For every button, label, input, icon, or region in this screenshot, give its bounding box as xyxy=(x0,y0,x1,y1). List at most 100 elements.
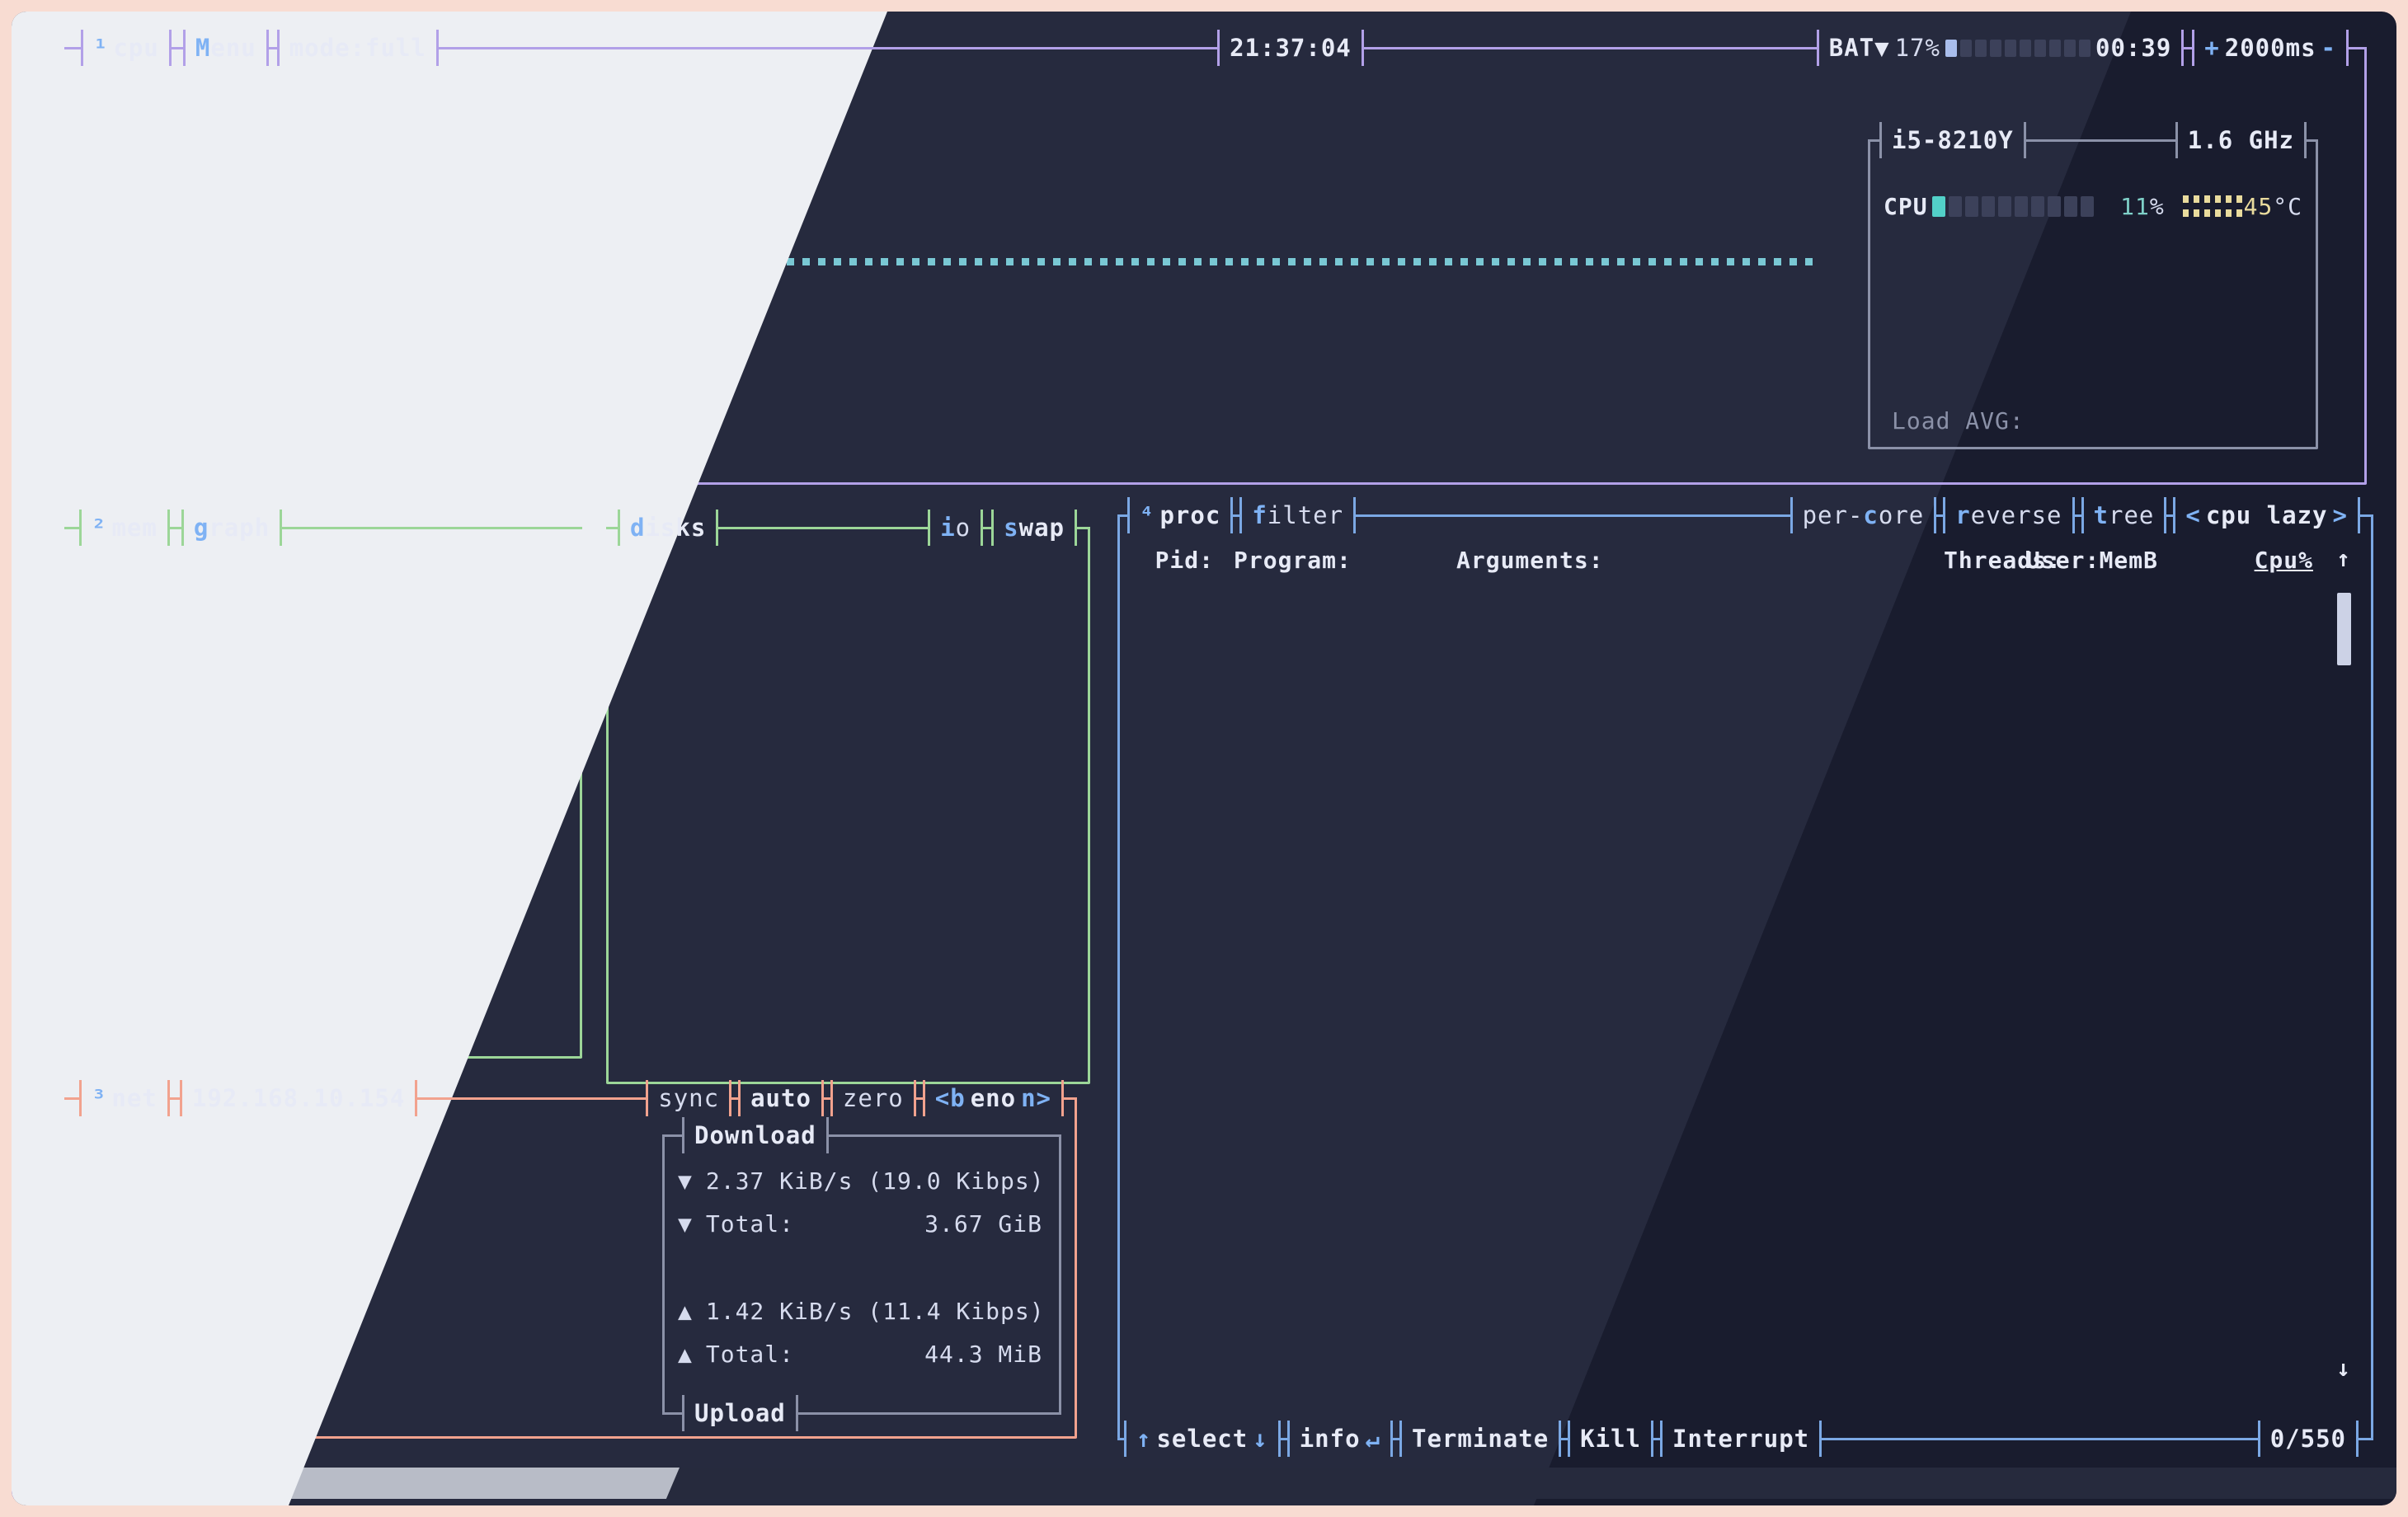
meter-block xyxy=(2020,40,2031,57)
upload-label: Upload xyxy=(682,1395,798,1431)
proc-select-control[interactable]: ↑ select ↓ xyxy=(1124,1421,1281,1457)
iface-name: eno xyxy=(971,1084,1016,1112)
proc-scrollbar-thumb[interactable] xyxy=(2337,593,2351,665)
proc-tree-toggle[interactable]: tree xyxy=(2081,497,2167,533)
cpu-panel: ¹cpu Menu mode:full 21:37:04 BAT▼ 17% 00… xyxy=(64,48,2367,485)
proc-info-button[interactable]: info ↵ xyxy=(1287,1421,1393,1457)
meter-block xyxy=(2081,196,2094,217)
tab-proc[interactable]: ⁴proc xyxy=(1127,497,1233,533)
terminal-window: ¹cpu Menu mode:full 21:37:04 BAT▼ 17% 00… xyxy=(12,12,2396,1505)
net-auto-button[interactable]: auto xyxy=(738,1080,824,1116)
refresh-rate-control[interactable]: + 2000ms - xyxy=(2192,30,2349,66)
proc-kill-button[interactable]: Kill xyxy=(1568,1421,1653,1457)
mem-total-row: Total: 8.00 GiB xyxy=(67,544,580,582)
proc-selection-counter: 0/550 xyxy=(2258,1421,2359,1457)
download-speed-row: ▼ 2.37 KiB/s (19.0 Kibps) xyxy=(678,1162,1046,1200)
cpu-panel-titlebar: ¹cpu Menu mode:full 21:37:04 BAT▼ 17% 00… xyxy=(64,30,2367,66)
proc-interrupt-button[interactable]: Interrupt xyxy=(1660,1421,1822,1457)
mode-selector[interactable]: mode:full xyxy=(277,30,439,66)
meter-block xyxy=(2005,40,2016,57)
net-zero-button[interactable]: zero xyxy=(830,1080,916,1116)
upload-total-row: ▲ Total: 44.3 MiB xyxy=(678,1335,1042,1373)
cpu-temperature: 45 xyxy=(2244,193,2274,220)
col-user[interactable]: User: xyxy=(2026,547,2076,574)
meter-block xyxy=(2034,40,2046,57)
meter-block xyxy=(2015,196,2028,217)
cpu-hotkey: ¹ xyxy=(93,34,108,62)
menu-button[interactable]: Menu xyxy=(183,30,269,66)
enter-icon: ↵ xyxy=(1366,1425,1380,1453)
net-stats-subpanel: Download ▼ 2.37 KiB/s (19.0 Kibps) ▼ Tot… xyxy=(662,1135,1061,1413)
cpu-stats-subpanel: i5-8210Y 1.6 GHz CPU 11% 45°C Load AVG: xyxy=(1868,140,2318,449)
meter-block xyxy=(1990,40,2001,57)
net-sync-button[interactable]: sync xyxy=(646,1080,731,1116)
sort-current: cpu lazy xyxy=(2206,501,2328,529)
cpu-model: i5-8210Y xyxy=(1879,122,2026,158)
net-interface-switcher[interactable]: <b eno n> xyxy=(923,1080,1064,1116)
cpu-graph-midline xyxy=(82,258,1813,265)
mem-graph-toggle[interactable]: graph xyxy=(181,510,282,546)
memory-panel: ²mem graph Total: 8.00 GiB xyxy=(64,528,582,1059)
rate-decrease-button[interactable]: - xyxy=(2321,34,2336,62)
process-footer: ↑ select ↓ info ↵ Terminate Kill Interru… xyxy=(1117,1421,2373,1457)
cpu-temp-graph xyxy=(2183,195,2244,217)
disks-titlebar: disks io swap xyxy=(606,510,1090,546)
meter-block xyxy=(2049,40,2061,57)
network-titlebar: ³net 192.168.10.154 sync auto zero <b en… xyxy=(64,1080,1077,1116)
battery-time: 00:39 xyxy=(2095,34,2171,62)
rate-value: 2000ms xyxy=(2225,34,2316,62)
meter-block xyxy=(2048,196,2061,217)
meter-block xyxy=(1982,196,1995,217)
col-memb[interactable]: MemB xyxy=(2076,547,2158,574)
process-titlebar: ⁴proc filter per-core reverse tree < cpu… xyxy=(1117,497,2373,533)
proc-percore-toggle[interactable]: per-core xyxy=(1790,497,1937,533)
tab-cpu[interactable]: ¹cpu xyxy=(81,30,172,66)
rate-increase-button[interactable]: + xyxy=(2204,34,2219,62)
upload-titlebar: Upload xyxy=(662,1395,1061,1431)
memory-titlebar: ²mem graph xyxy=(64,510,582,546)
sort-next-button[interactable]: > xyxy=(2333,501,2348,529)
tab-mem[interactable]: ²mem xyxy=(79,510,170,546)
meter-block xyxy=(1949,196,1962,217)
col-threads[interactable]: Threads: xyxy=(1944,547,2010,574)
disks-swap-toggle[interactable]: swap xyxy=(991,510,1077,546)
select-up-icon[interactable]: ↑ xyxy=(1136,1425,1151,1453)
col-cpu-sort[interactable]: Cpu% xyxy=(2252,547,2313,574)
uptime-label: up 1d 15:21 xyxy=(92,448,259,476)
col-program[interactable]: Program: xyxy=(1234,547,1450,574)
battery-label: BAT▼ xyxy=(1829,34,1890,62)
tab-disks[interactable]: disks xyxy=(618,510,718,546)
network-panel: ³net 192.168.10.154 sync auto zero <b en… xyxy=(64,1098,1077,1439)
net-upload-graph xyxy=(85,1283,662,1407)
status-strip-segment xyxy=(122,1468,680,1499)
meter-block xyxy=(2031,196,2044,217)
sort-direction-icon[interactable]: ↑ xyxy=(2336,545,2351,572)
select-down-icon[interactable]: ↓ xyxy=(1253,1425,1267,1453)
sort-prev-button[interactable]: < xyxy=(2185,501,2200,529)
load-average-row: Load AVG: xyxy=(1884,402,2302,439)
proc-terminate-button[interactable]: Terminate xyxy=(1399,1421,1561,1457)
col-arguments[interactable]: Arguments: xyxy=(1456,547,1944,574)
iface-next-button[interactable]: n> xyxy=(1021,1084,1051,1112)
cpu-usage-meter xyxy=(1932,196,2094,217)
cpu-frequency: 1.6 GHz xyxy=(2175,122,2307,158)
proc-sort-selector[interactable]: < cpu lazy > xyxy=(2173,497,2360,533)
iface-prev-button[interactable]: <b xyxy=(935,1084,966,1112)
scroll-more-icon[interactable]: ↓ xyxy=(2336,1355,2351,1382)
process-panel: ⁴proc filter per-core reverse tree < cpu… xyxy=(1117,515,2373,1439)
download-total-row: ▼ Total: 3.67 GiB xyxy=(678,1205,1042,1242)
col-pid[interactable]: Pid: xyxy=(1131,547,1214,574)
meter-block xyxy=(1932,196,1945,217)
tab-net[interactable]: ³net xyxy=(79,1080,170,1116)
disks-io-toggle[interactable]: io xyxy=(928,510,983,546)
proc-filter-button[interactable]: filter xyxy=(1239,497,1356,533)
proc-reverse-toggle[interactable]: reverse xyxy=(1943,497,2074,533)
meter-block xyxy=(1945,40,1957,57)
disks-panel: disks io swap xyxy=(606,528,1090,1084)
upload-speed-row: ▲ 1.42 KiB/s (11.4 Kibps) xyxy=(678,1292,1046,1330)
meter-block xyxy=(1998,196,2011,217)
process-table-header: Pid: Program: Arguments: Threads: User: … xyxy=(1131,540,2313,580)
meter-block xyxy=(2064,40,2076,57)
meter-block xyxy=(1965,196,1978,217)
status-strip: BpyTOP xyxy=(12,1468,2396,1499)
